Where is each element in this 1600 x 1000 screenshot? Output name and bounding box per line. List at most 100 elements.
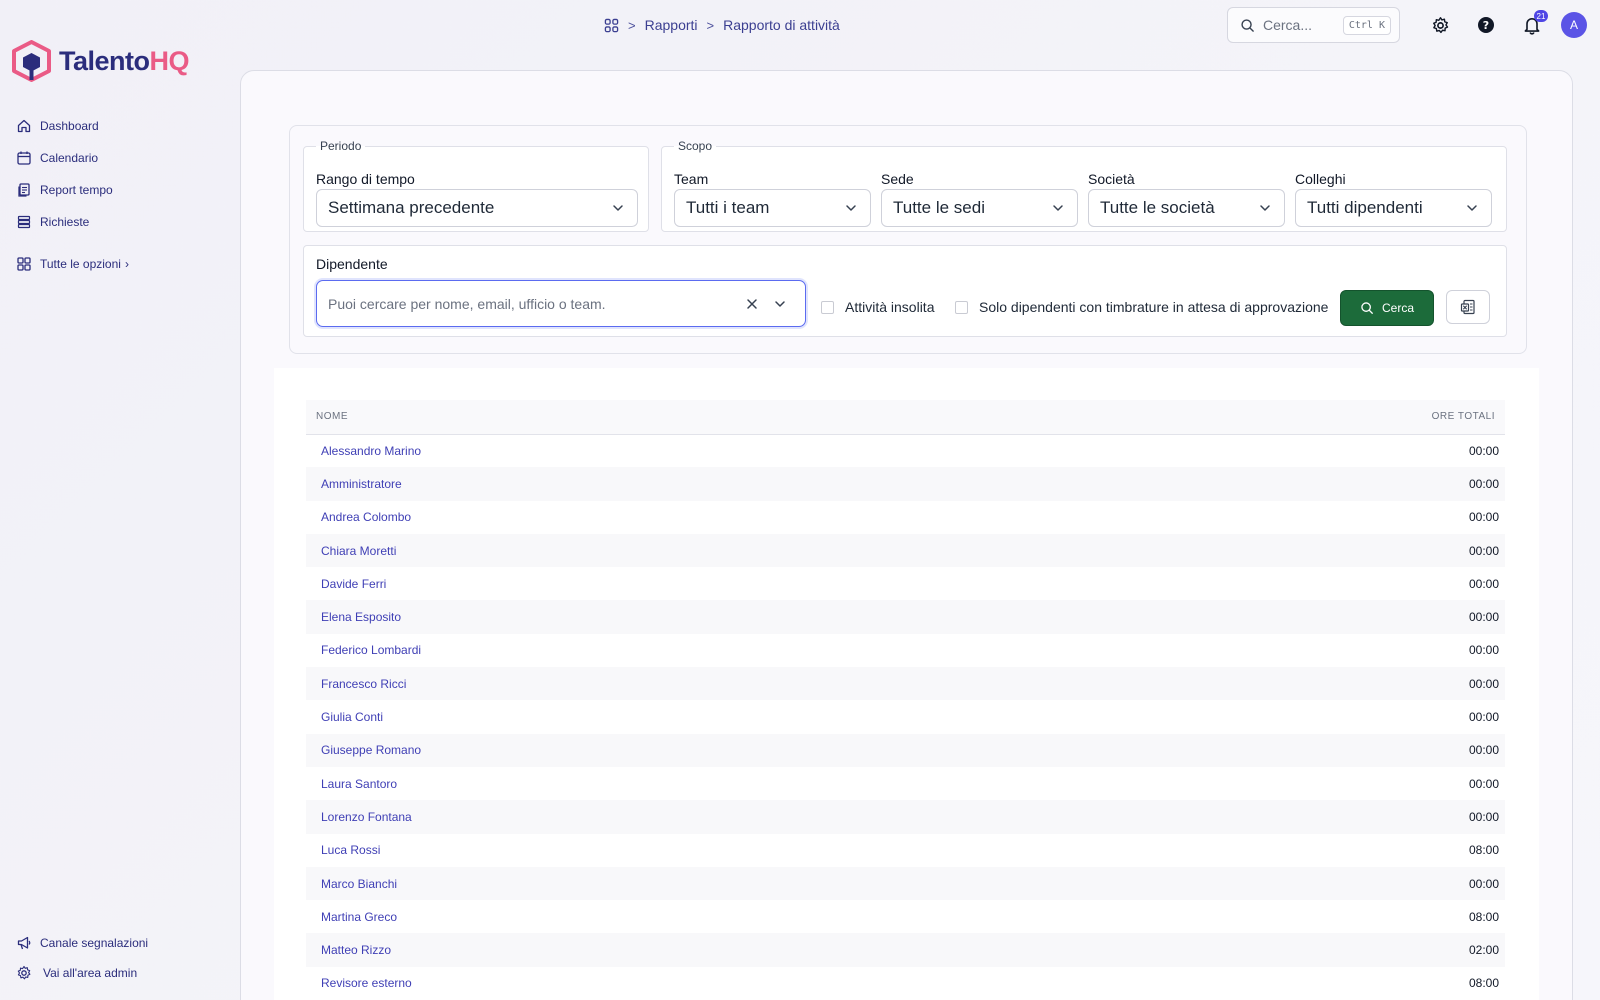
employee-name-link[interactable]: Martina Greco — [306, 900, 1037, 933]
total-hours-cell: 00:00 — [1468, 710, 1499, 725]
total-hours-cell: 00:00 — [1036, 533, 1505, 568]
megaphone-icon — [17, 936, 31, 950]
name-column-header[interactable]: NOME — [306, 400, 1037, 435]
apps-grid-icon[interactable] — [604, 18, 619, 33]
time-range-select[interactable]: Settimana precedente — [316, 189, 638, 227]
total-hours-cell: 00:00 — [1036, 600, 1505, 634]
sidebar-item-calendario[interactable]: Calendario — [16, 142, 129, 174]
total-hours-cell: 00:00 — [1468, 776, 1499, 791]
team-select[interactable]: Tutti i team — [674, 189, 871, 227]
sede-value: Tutte le sedi — [893, 198, 985, 217]
sidebar-item-label: Calendario — [40, 151, 99, 165]
employee-name-link[interactable]: Federico Lombardi — [306, 634, 1037, 667]
colleghi-select[interactable]: Tutti dipendenti — [1295, 189, 1492, 227]
unusual-activity-label: Attività insolita — [845, 299, 935, 315]
employee-name-link[interactable]: Lorenzo Fontana — [306, 800, 1037, 834]
gear-icon — [1432, 16, 1448, 33]
sede-label: Sede — [881, 171, 914, 187]
total-hours-cell: 08:00 — [1468, 976, 1499, 991]
notifications-button[interactable]: 21 — [1521, 10, 1548, 36]
unusual-activity-checkbox[interactable] — [821, 301, 834, 314]
sidebar-item-canale-segnalazioni[interactable]: Canale segnalazioni — [16, 928, 148, 958]
shortcut-hint: Ctrl K — [1342, 15, 1391, 35]
sidebar-bottom: Canale segnalazioni Vai all'area admin — [16, 928, 148, 988]
societa-select[interactable]: Tutte le società — [1088, 189, 1285, 227]
chevron-down-icon — [1260, 205, 1270, 211]
chevron-down-icon — [1467, 205, 1477, 211]
total-hours-cell: 00:00 — [1468, 510, 1499, 525]
chevron-right-icon: › — [124, 257, 129, 271]
societa-label: Società — [1088, 171, 1135, 187]
search-button[interactable]: Cerca — [1340, 290, 1434, 326]
employee-name-link[interactable]: Giulia Conti — [306, 700, 1037, 733]
global-search-input[interactable]: Cerca... Ctrl K — [1227, 7, 1400, 43]
time-range-value: Settimana precedente — [328, 198, 495, 217]
periodo-legend: Periodo — [320, 139, 362, 153]
table-row: Federico Lombardi 00:00 — [306, 634, 1505, 667]
logo-cube-icon — [12, 40, 51, 82]
search-button-label: Cerca — [1381, 301, 1414, 315]
scopo-group: Scopo Team Tutti i team Sede Tutte le se… — [661, 139, 1507, 232]
filters-panel: Periodo Rango di tempo Settimana precede… — [289, 125, 1527, 354]
total-hours-cell: 00:00 — [1036, 467, 1505, 501]
employee-name-link[interactable]: Alessandro Marino — [306, 434, 1037, 467]
table-row: Andrea Colombo 00:00 — [306, 501, 1505, 534]
logo-text: TalentoHQ — [59, 45, 189, 76]
table-row: Marco Bianchi 00:00 — [306, 866, 1505, 901]
grid-icon — [17, 257, 31, 271]
colleghi-label: Colleghi — [1295, 171, 1346, 187]
logo[interactable]: TalentoHQ — [12, 40, 189, 82]
table-row: Giuseppe Romano 00:00 — [306, 733, 1505, 767]
hours-column-header[interactable]: ORE TOTALI — [1036, 400, 1505, 435]
employee-search-placeholder: Puoi cercare per nome, email, ufficio o … — [328, 295, 606, 312]
search-icon — [1361, 302, 1373, 314]
employee-name-link[interactable]: Francesco Ricci — [306, 667, 1037, 701]
sidebar-item-dashboard[interactable]: Dashboard — [16, 110, 129, 142]
list-icon — [17, 215, 31, 229]
employee-name-link[interactable]: Elena Esposito — [306, 600, 1037, 634]
employee-name-link[interactable]: Chiara Moretti — [306, 533, 1037, 568]
employee-name-link[interactable]: Giuseppe Romano — [306, 733, 1037, 767]
sidebar-item-report-tempo[interactable]: Report tempo — [16, 174, 129, 206]
pending-approval-label: Solo dipendenti con timbrature in attesa… — [979, 299, 1329, 315]
avatar[interactable]: A — [1561, 12, 1587, 38]
table-row: Lorenzo Fontana 00:00 — [306, 800, 1505, 834]
employee-name-link[interactable]: Matteo Rizzo — [306, 933, 1037, 967]
total-hours-cell: 08:00 — [1468, 909, 1499, 924]
employee-name-link[interactable]: Luca Rossi — [306, 834, 1037, 867]
help-button[interactable]: ? — [1475, 14, 1497, 36]
employee-search-input[interactable]: Puoi cercare per nome, email, ufficio o … — [316, 280, 806, 327]
report-icon — [18, 183, 30, 197]
sede-select[interactable]: Tutte le sedi — [881, 189, 1078, 227]
total-hours-cell: 00:00 — [1468, 643, 1499, 658]
employee-name-link[interactable]: Amministratore — [306, 467, 1037, 501]
export-excel-button[interactable] — [1446, 290, 1490, 324]
sidebar-nav: Dashboard Calendario Report tempo Richie… — [16, 110, 129, 280]
sidebar-item-admin[interactable]: Vai all'area admin — [16, 958, 148, 988]
employee-name-link[interactable]: Davide Ferri — [306, 567, 1037, 600]
chevron-down-icon — [613, 205, 623, 211]
notification-count-badge: 21 — [1534, 10, 1548, 22]
chevron-right-icon: > — [706, 17, 715, 33]
search-placeholder: Cerca... — [1263, 17, 1313, 33]
chevron-down-icon[interactable] — [773, 297, 787, 311]
table-row: Martina Greco 08:00 — [306, 900, 1505, 933]
table-row: Laura Santoro 00:00 — [306, 767, 1505, 800]
time-range-label: Rango di tempo — [316, 171, 415, 187]
sidebar-item-label: Vai all'area admin — [43, 966, 138, 980]
breadcrumb-current: Rapporto di attività — [723, 17, 840, 33]
table-row: Matteo Rizzo 02:00 — [306, 933, 1505, 967]
employee-name-link[interactable]: Andrea Colombo — [306, 501, 1037, 534]
sidebar-item-all-options[interactable]: Tutte le opzioni › — [16, 248, 129, 280]
societa-value: Tutte le società — [1100, 198, 1215, 217]
employee-name-link[interactable]: Revisore esterno — [306, 967, 1037, 1000]
employee-name-link[interactable]: Marco Bianchi — [306, 866, 1037, 901]
close-icon[interactable] — [745, 297, 759, 311]
settings-button[interactable] — [1429, 14, 1451, 36]
employee-name-link[interactable]: Laura Santoro — [306, 767, 1037, 800]
breadcrumb-item[interactable]: Rapporti — [645, 17, 698, 33]
search-icon — [1241, 18, 1254, 32]
sidebar-item-richieste[interactable]: Richieste — [16, 206, 129, 238]
pending-approval-checkbox[interactable] — [955, 301, 968, 314]
gear-icon — [17, 965, 31, 980]
